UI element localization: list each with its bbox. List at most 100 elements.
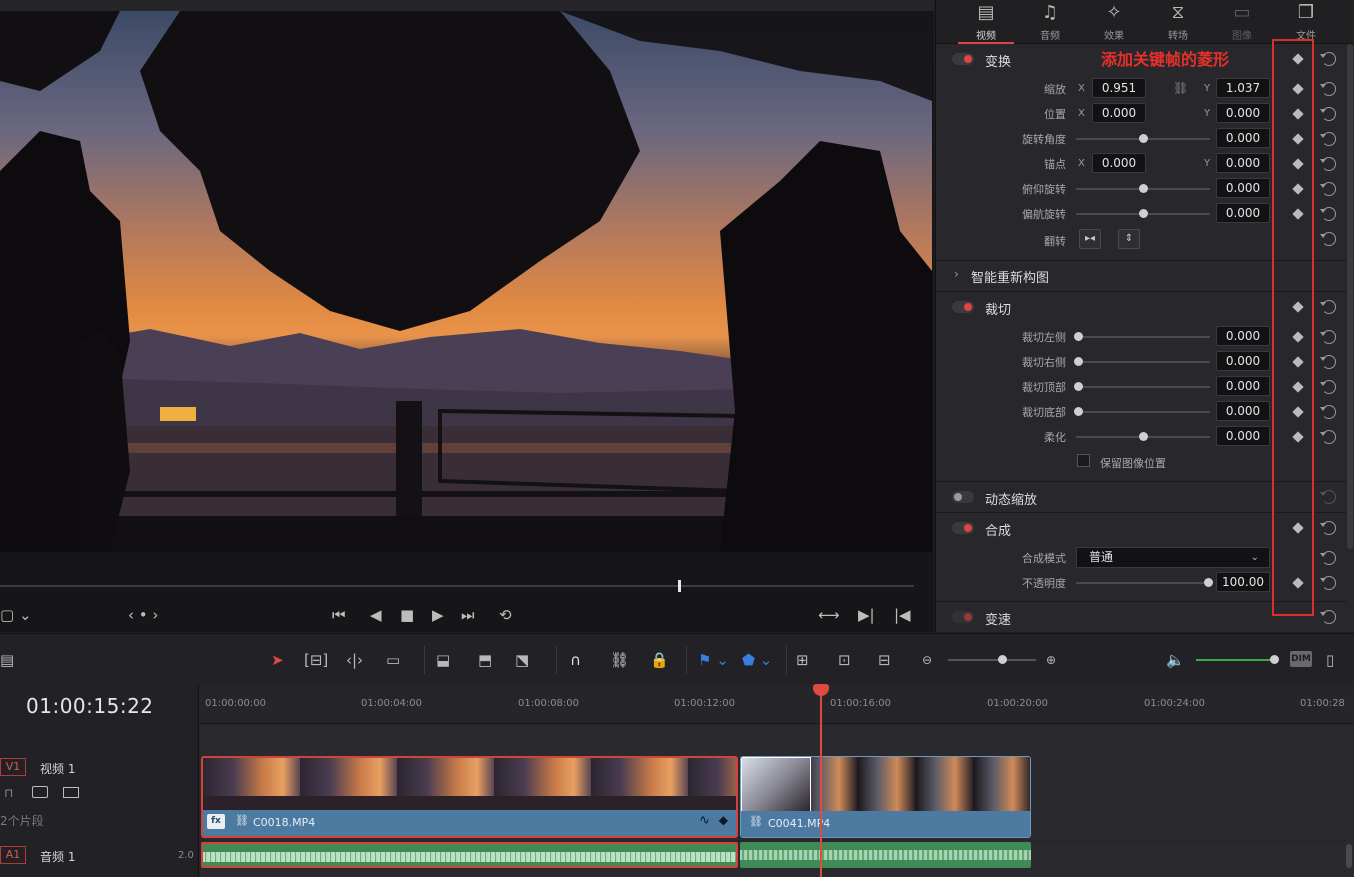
reset-icon[interactable] <box>1320 610 1336 624</box>
play-icon[interactable]: ▶ <box>432 604 444 626</box>
slider-knob[interactable] <box>1204 578 1213 587</box>
slider-knob[interactable] <box>1139 432 1148 441</box>
loop-icon[interactable]: ⟲ <box>499 604 512 626</box>
next-edit-icon[interactable]: ▶| <box>858 604 875 626</box>
panel-toggle-icon[interactable]: ▯ <box>1326 649 1334 671</box>
snapping-icon[interactable]: ∩ <box>570 649 581 671</box>
marker-icon[interactable]: ⬟ ⌄ <box>742 649 772 671</box>
video-clip-1[interactable]: fx ⛓ C0018.MP4 ∿ ◆ <box>201 756 738 838</box>
zoom-detail-icon[interactable]: ⊡ <box>838 649 851 671</box>
link-icon[interactable]: ⛓ <box>1173 81 1188 95</box>
reset-icon[interactable] <box>1320 330 1336 344</box>
position-lock-icon[interactable]: 🔒 <box>650 649 669 671</box>
reset-icon[interactable] <box>1320 132 1336 146</box>
stop-icon[interactable]: ■ <box>400 604 414 626</box>
tab-transition[interactable]: ⧖ 转场 <box>1146 0 1210 44</box>
crop-right-slider[interactable] <box>1074 357 1210 366</box>
crop-bottom-field[interactable]: 0.000 <box>1216 401 1270 421</box>
position-y-field[interactable]: 0.000 <box>1216 103 1270 123</box>
reset-icon[interactable] <box>1320 405 1336 419</box>
slider-knob[interactable] <box>1139 134 1148 143</box>
yaw-slider[interactable] <box>1076 209 1210 218</box>
tab-image[interactable]: ▭ 图像 <box>1210 0 1274 44</box>
insert-clip-icon[interactable]: ⬓ <box>436 649 450 671</box>
replace-clip-icon[interactable]: ⬔ <box>515 649 529 671</box>
keyframe-diamond-icon[interactable]: ◆ <box>719 813 728 827</box>
reset-icon[interactable] <box>1320 182 1336 196</box>
linked-selection-icon[interactable]: ⛓ <box>610 649 629 671</box>
volume-icon[interactable]: 🔈 <box>1166 649 1185 671</box>
go-to-end-icon[interactable]: ⏭ <box>461 604 475 626</box>
reset-icon[interactable] <box>1320 380 1336 394</box>
prev-edit-icon[interactable]: |◀ <box>894 604 911 626</box>
slider-knob[interactable] <box>1139 209 1148 218</box>
slider-knob[interactable] <box>998 655 1007 664</box>
audio-clip-1[interactable] <box>201 842 738 868</box>
zoom-full-icon[interactable]: ⊞ <box>796 649 809 671</box>
reset-icon[interactable] <box>1320 107 1336 121</box>
zoom-y-field[interactable]: 1.037 <box>1216 78 1270 98</box>
yaw-field[interactable]: 0.000 <box>1216 203 1270 223</box>
opacity-slider[interactable] <box>1076 578 1213 587</box>
timeline-scrollbar[interactable] <box>1346 844 1352 868</box>
reset-icon[interactable] <box>1320 576 1336 590</box>
volume-slider[interactable] <box>1196 655 1279 664</box>
slider-knob[interactable] <box>1074 382 1083 391</box>
play-reverse-icon[interactable]: ◀ <box>370 604 382 626</box>
softness-field[interactable]: 0.000 <box>1216 426 1270 446</box>
position-x-field[interactable]: 0.000 <box>1092 103 1146 123</box>
go-to-start-icon[interactable]: ⏮ <box>332 604 346 626</box>
reset-icon[interactable] <box>1320 300 1336 314</box>
speed-toggle[interactable] <box>952 611 974 623</box>
reset-icon[interactable] <box>1320 157 1336 171</box>
selection-tool-icon[interactable]: ➤ <box>271 649 284 671</box>
tab-effects[interactable]: ✧ 效果 <box>1082 0 1146 44</box>
track-badge-a1[interactable]: A1 <box>0 846 26 864</box>
crop-top-slider[interactable] <box>1074 382 1210 391</box>
tab-file[interactable]: ❒ 文件 <box>1274 0 1338 44</box>
timeline-ruler[interactable]: 01:00:00:00 01:00:04:00 01:00:08:00 01:0… <box>200 684 1354 724</box>
retain-position-checkbox[interactable] <box>1077 454 1090 467</box>
reset-icon[interactable] <box>1320 430 1336 444</box>
scrubber-playhead[interactable] <box>678 580 681 592</box>
fx-badge[interactable]: fx <box>207 814 225 829</box>
flip-horizontal-button[interactable]: ▸◂ <box>1079 229 1101 249</box>
composite-mode-select[interactable]: 普通 ⌄ <box>1076 547 1270 568</box>
reset-icon[interactable] <box>1320 232 1336 246</box>
crop-top-field[interactable]: 0.000 <box>1216 376 1270 396</box>
composite-toggle[interactable] <box>952 522 974 534</box>
slider-knob[interactable] <box>1074 407 1083 416</box>
speed-curve-icon[interactable]: ∿ <box>699 813 710 828</box>
zoom-x-field[interactable]: 0.951 <box>1092 78 1146 98</box>
crop-left-slider[interactable] <box>1074 332 1210 341</box>
reset-icon[interactable] <box>1320 521 1336 535</box>
inspector-scrollbar[interactable] <box>1347 44 1353 549</box>
reset-icon[interactable] <box>1320 551 1336 565</box>
dynamic-zoom-toggle[interactable] <box>952 491 974 503</box>
timeline-playhead[interactable] <box>820 684 822 877</box>
pitch-slider[interactable] <box>1076 184 1210 193</box>
crop-toggle[interactable] <box>952 301 974 313</box>
rotation-slider[interactable] <box>1076 134 1210 143</box>
audio-clip-2[interactable] <box>740 842 1031 868</box>
anchor-x-field[interactable]: 0.000 <box>1092 153 1146 173</box>
zoom-slider[interactable] <box>948 655 1036 664</box>
anchor-y-field[interactable]: 0.000 <box>1216 153 1270 173</box>
reset-icon[interactable] <box>1320 52 1336 66</box>
viewer-scrubber[interactable] <box>0 580 914 592</box>
reset-icon[interactable] <box>1320 207 1336 221</box>
track-name[interactable]: 音频 1 <box>40 848 75 865</box>
jog-icon[interactable]: ‹ • › <box>128 604 158 626</box>
slider-knob[interactable] <box>1074 332 1083 341</box>
opacity-field[interactable]: 100.00 <box>1216 572 1270 592</box>
zoom-in-icon[interactable]: ⊕ <box>1046 649 1056 671</box>
track-name[interactable]: 视频 1 <box>40 760 75 777</box>
zoom-custom-icon[interactable]: ⊟ <box>878 649 891 671</box>
blade-tool-icon[interactable]: ▭ <box>386 649 400 671</box>
viewer-options-icon[interactable]: ▢ ⌄ <box>0 604 32 626</box>
tab-audio[interactable]: ♫ 音频 <box>1018 0 1082 44</box>
dynamic-trim-icon[interactable]: ‹|› <box>346 649 363 671</box>
reset-icon[interactable] <box>1320 82 1336 96</box>
transform-toggle[interactable] <box>952 53 974 65</box>
trim-tool-icon[interactable]: [⊟] <box>304 649 328 671</box>
